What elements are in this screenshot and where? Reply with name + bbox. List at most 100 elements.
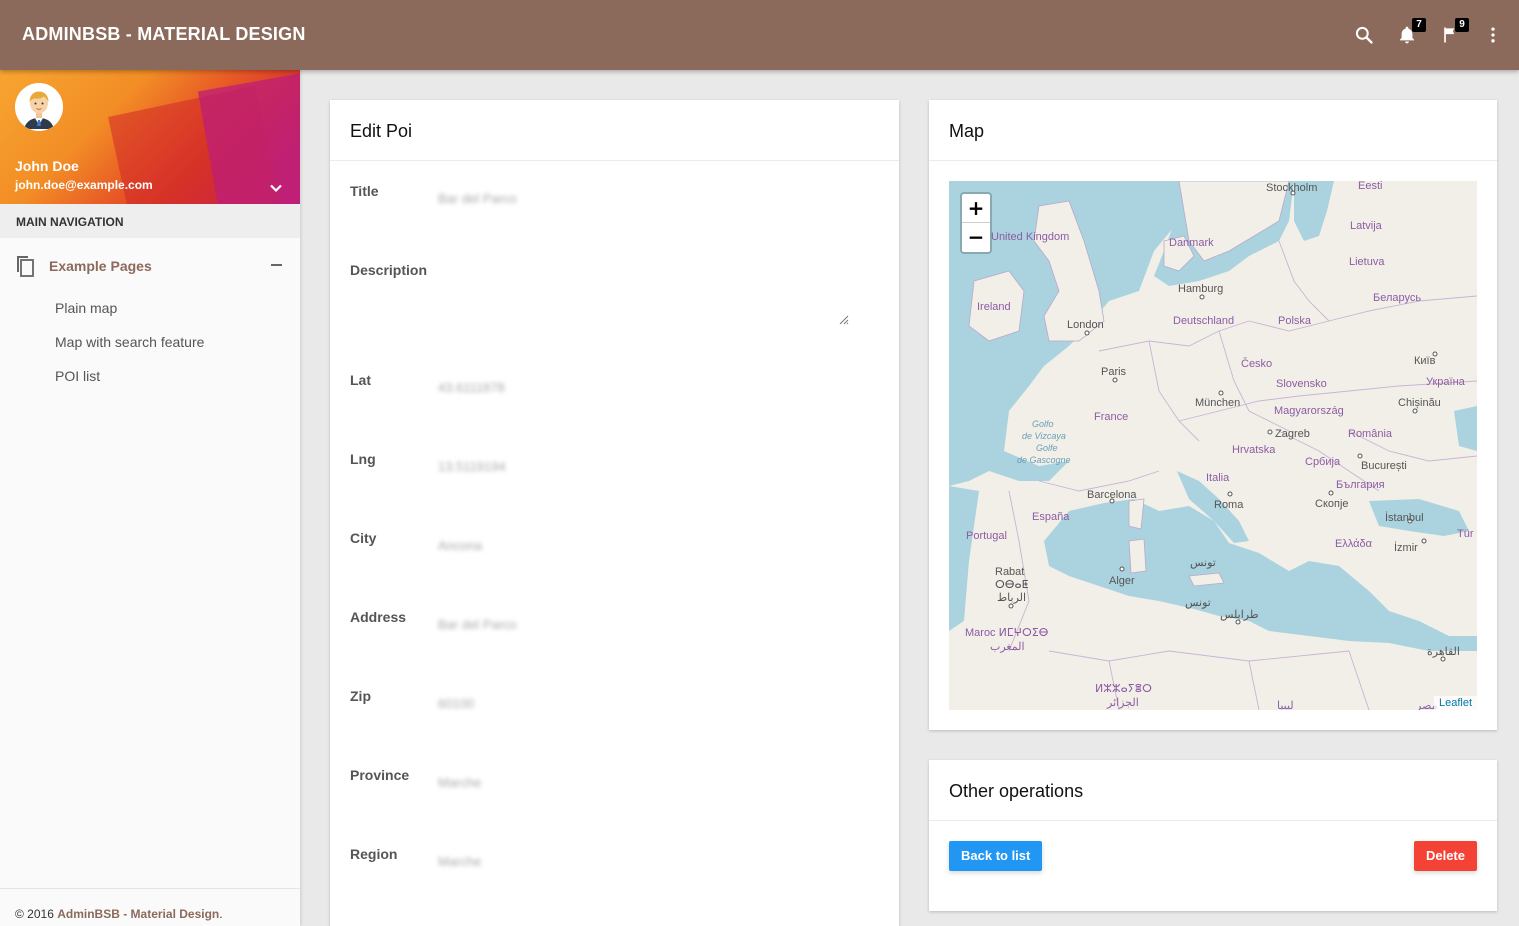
field-label-description: Description [350,262,428,278]
lng-field[interactable]: 13.5119194 [438,459,506,474]
footer-brand-link[interactable]: AdminBSB - Material Design [57,907,219,921]
field-label-address: Address [350,609,407,625]
resize-grip-icon[interactable] [837,313,849,325]
sidebar-item-example-pages[interactable]: Example Pages [0,238,300,290]
field-label-title: Title [350,183,379,199]
map-label: München [1195,397,1240,409]
footer-suffix: . [219,907,223,921]
map-label: Chișinău [1398,397,1441,409]
field-label-zip: Zip [350,688,371,704]
form-row-address: Address Bar del Parco [330,587,899,666]
form-row-lng: Lng 13.5119194 [330,429,899,508]
user-email: john.doe@example.com [15,178,153,192]
delete-button[interactable]: Delete [1413,841,1477,871]
map-label: Ireland [977,301,1011,313]
map-label: București [1361,460,1407,472]
address-field[interactable]: Bar del Parco [438,617,517,632]
other-operations-title: Other operations [929,760,1497,821]
zoom-in-button[interactable]: + [962,194,990,223]
notifications-icon[interactable]: 7 [1394,18,1426,48]
map-label: Portugal [966,530,1007,542]
tasks-badge: 9 [1455,18,1469,32]
more-vert-icon[interactable] [1480,22,1506,48]
map-label: القاهرة [1427,646,1460,658]
leaflet-attribution-link[interactable]: Leaflet [1433,696,1477,710]
map-label: ليبيا [1277,700,1294,710]
back-to-list-button[interactable]: Back to list [949,841,1043,871]
description-field[interactable] [438,260,848,328]
form-row-zip: Zip 60100 [330,666,899,745]
pages-icon [15,255,35,282]
notifications-badge: 7 [1412,18,1426,32]
map-label: Србија [1305,456,1341,468]
zip-field[interactable]: 60100 [438,696,474,711]
user-info-panel: John Doe john.doe@example.com [0,70,300,204]
map-label: Київ [1414,355,1436,367]
map-label: Україна [1426,376,1466,388]
map-label: Stockholm [1266,182,1317,194]
flag-icon[interactable]: 9 [1437,18,1469,48]
map-label: България [1336,479,1385,491]
sidebar-item-map-search[interactable]: Map with search feature [0,324,300,358]
map-label: المغرب [990,641,1025,653]
map-label: طرابلس [1220,609,1259,621]
form-row-city: City Ancona [330,508,899,587]
map-label: الرباط [997,592,1026,604]
form-row-title: Title Bar del Parco [330,161,899,240]
city-field[interactable]: Ancona [438,538,482,553]
search-icon[interactable] [1351,22,1377,48]
nav-section-header: MAIN NAVIGATION [0,204,300,238]
form-row-province: Province Marche [330,745,899,824]
map-label: Polska [1278,315,1312,327]
map-label: تونس [1190,557,1216,569]
map-title: Map [929,100,1497,161]
sidebar-item-plain-map[interactable]: Plain map [0,290,300,324]
other-operations-card: Other operations Back to list Delete [929,760,1497,911]
map-label: Alger [1109,575,1135,587]
sidebar-footer: © 2016 AdminBSB - Material Design. [0,888,300,926]
map-label: Magyarország [1274,405,1344,417]
map-label: Беларусь [1373,292,1421,304]
brand-title[interactable]: ADMINBSB - MATERIAL DESIGN [22,24,306,45]
left-sidebar: John Doe john.doe@example.com MAIN NAVIG… [0,70,300,926]
collapse-icon[interactable] [271,264,282,266]
map-label: Hamburg [1178,283,1223,295]
field-label-region: Region [350,846,398,862]
map-label: Paris [1101,366,1127,378]
field-label-province: Province [350,767,410,783]
map-label: Latvija [1350,220,1383,232]
leaflet-map[interactable]: Stockholm Hamburg London Paris München Z… [949,181,1477,710]
zoom-out-button[interactable]: − [962,223,990,252]
form-row-region: Region Marche [330,824,899,903]
map-label: Ελλάδα [1335,538,1373,550]
map-label: Slovensko [1276,378,1327,390]
map-label: Danmark [1169,237,1214,249]
map-label: Hrvatska [1232,444,1276,456]
lat-field[interactable]: 43.6111878 [438,380,505,395]
region-field[interactable]: Marche [438,854,481,869]
map-label: Tür [1457,528,1474,540]
map-label: Maroc ⵍⵎⵖⵔⵉⴱ [965,627,1049,639]
map-label: Rabat [995,566,1024,578]
form-row-description: Description [330,240,899,350]
map-label: de Vizcaya [1022,431,1066,441]
title-field[interactable]: Bar del Parco [438,191,517,206]
chevron-down-icon[interactable] [268,180,284,196]
map-label: Italia [1206,472,1230,484]
map-label: İstanbul [1385,511,1424,524]
map-label: London [1067,319,1104,331]
map-zoom-control: + − [960,192,992,254]
sidebar-item-poi-list[interactable]: POI list [0,358,300,392]
field-label-lng: Lng [350,451,376,467]
map-label: Roma [1214,499,1244,511]
map-label: United Kingdom [991,231,1069,243]
map-label: ⵍⵣⵣⴰⵢⴻⵔ [1095,683,1152,695]
avatar[interactable] [15,83,63,131]
map-label: ⵔⴱⴰⵟ [995,579,1029,591]
province-field[interactable]: Marche [438,775,481,790]
field-label-city: City [350,530,377,546]
map-card: Map Stockholm Hamburg London Paris Münch… [929,100,1497,730]
map-label: Deutschland [1173,315,1234,327]
footer-copyright: © 2016 [15,907,58,921]
map-label: France [1094,411,1128,423]
